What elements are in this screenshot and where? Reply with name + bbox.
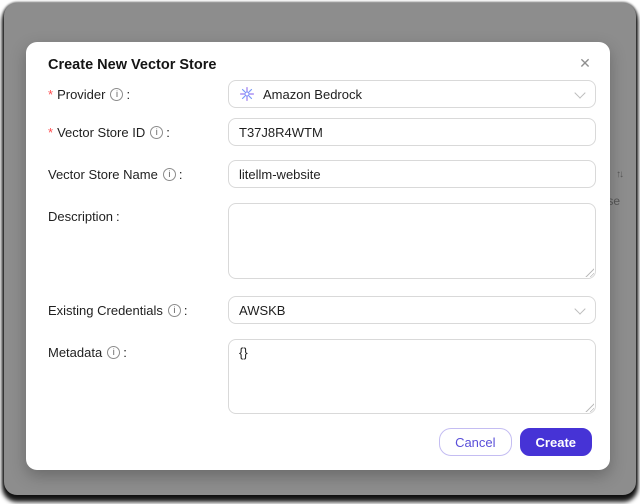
- cancel-button[interactable]: Cancel: [439, 428, 512, 456]
- provider-row: * Provider i : Amazon Bedrock: [48, 80, 596, 108]
- existing-credentials-label: Existing Credentials i :: [48, 303, 228, 318]
- close-icon[interactable]: ✕: [575, 53, 595, 73]
- existing-credentials-select[interactable]: AWSKB: [228, 296, 596, 324]
- create-vector-store-modal: Create New Vector Store ✕ * Provider i :: [26, 42, 610, 470]
- provider-select[interactable]: Amazon Bedrock: [228, 80, 596, 108]
- chevron-down-icon: [574, 303, 586, 315]
- vector-store-id-row: * Vector Store ID i :: [48, 118, 596, 146]
- vector-store-id-input[interactable]: [228, 118, 596, 146]
- provider-label: * Provider i :: [48, 87, 228, 102]
- chevron-down-icon: [574, 87, 586, 99]
- colon: :: [116, 209, 120, 224]
- provider-label-text: Provider: [57, 86, 106, 102]
- vector-store-id-label-text: Vector Store ID: [57, 124, 146, 140]
- description-textarea[interactable]: [228, 203, 596, 279]
- colon: :: [183, 302, 188, 318]
- provider-select-value: Amazon Bedrock: [263, 86, 362, 102]
- info-icon[interactable]: i: [110, 87, 124, 101]
- info-icon[interactable]: i: [150, 125, 164, 139]
- existing-credentials-label-text: Existing Credentials: [48, 302, 163, 318]
- description-label: Description :: [48, 203, 228, 224]
- colon: :: [126, 86, 131, 102]
- description-row: Description :: [48, 203, 596, 279]
- create-button[interactable]: Create: [519, 428, 592, 456]
- required-mark: *: [48, 86, 54, 102]
- colon: :: [166, 124, 170, 140]
- vector-store-name-input[interactable]: [228, 160, 596, 188]
- vector-store-name-label: Vector Store Name i :: [48, 167, 228, 182]
- metadata-label: Metadata i :: [48, 339, 228, 360]
- vector-store-name-row: Vector Store Name i :: [48, 160, 596, 188]
- vector-store-id-label: * Vector Store ID i :: [48, 125, 228, 140]
- info-icon[interactable]: i: [162, 167, 176, 181]
- metadata-label-text: Metadata: [48, 345, 103, 360]
- info-icon[interactable]: i: [107, 346, 121, 359]
- modal-title: Create New Vector Store: [48, 57, 217, 73]
- desktop: ↑↓ se Create New Vector Store ✕ * Provid…: [0, 0, 640, 504]
- existing-credentials-row: Existing Credentials i : AWSKB: [48, 296, 596, 324]
- colon: :: [123, 345, 127, 360]
- existing-credentials-select-value: AWSKB: [239, 302, 286, 318]
- bedrock-logo-icon: [240, 87, 254, 101]
- required-mark: *: [48, 124, 54, 140]
- metadata-row: Metadata i : {}: [48, 339, 596, 414]
- vector-store-name-label-text: Vector Store Name: [48, 166, 158, 182]
- description-label-text: Description: [48, 209, 114, 224]
- background-sort-icon: ↑↓: [616, 169, 624, 180]
- metadata-textarea[interactable]: {}: [228, 339, 596, 414]
- info-icon[interactable]: i: [167, 303, 181, 317]
- dimmed-app-overlay: ↑↓ se Create New Vector Store ✕ * Provid…: [4, 3, 636, 495]
- colon: :: [178, 166, 183, 182]
- modal-footer: Cancel Create: [439, 428, 592, 456]
